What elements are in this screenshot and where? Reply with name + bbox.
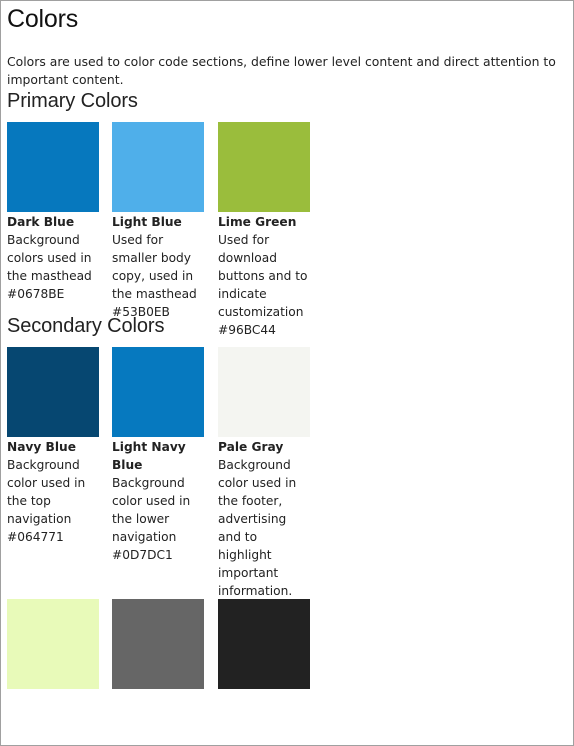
colors-content: Colors Colors are used to color code sec… <box>7 1 567 689</box>
swatch-charcoal <box>218 599 310 689</box>
color-swatch <box>218 347 310 437</box>
color-swatch <box>218 599 310 689</box>
swatch-description: Background color used in the footer, adv… <box>218 458 297 598</box>
page-frame: Colors Colors are used to color code sec… <box>0 0 574 746</box>
swatch-lime-green: Lime Green Used for download buttons and… <box>218 122 310 339</box>
primary-colors-section: Primary Colors Dark Blue Background colo… <box>7 89 567 337</box>
secondary-colors-section: Secondary Colors Navy Blue Background co… <box>7 314 567 616</box>
swatch-hex-code: #064771 <box>7 530 64 544</box>
swatch-pale-gray: Pale Gray Background color used in the f… <box>218 347 310 618</box>
swatch-hex-code: #0678BE <box>7 287 65 301</box>
swatch-name: Pale Gray <box>218 440 284 454</box>
swatch-name: Light Blue <box>112 215 182 229</box>
swatch-light-navy-blue: Light Navy Blue Background color used in… <box>112 347 204 618</box>
swatch-navy-blue: Navy Blue Background color used in the t… <box>7 347 99 618</box>
swatch-description: Used for smaller body copy, used in the … <box>112 233 197 301</box>
primary-colors-heading: Primary Colors <box>7 90 138 112</box>
color-swatch <box>218 122 310 212</box>
swatch-description: Background color used in the lower navig… <box>112 476 191 544</box>
swatch-name: Navy Blue <box>7 440 76 454</box>
tertiary-swatch-row <box>7 599 567 689</box>
color-swatch <box>7 347 99 437</box>
swatch-pale-lime <box>7 599 99 689</box>
color-swatch <box>7 599 99 689</box>
page-title: Colors <box>7 5 79 33</box>
swatch-hex-code: #0D7DC1 <box>112 548 173 562</box>
swatch-hex-code: #96BC44 <box>218 323 276 337</box>
primary-swatch-row: Dark Blue Background colors used in the … <box>7 122 567 339</box>
swatch-name: Light Navy Blue <box>112 440 186 472</box>
secondary-swatch-row: Navy Blue Background color used in the t… <box>7 347 567 618</box>
swatch-description: Background colors used in the masthead <box>7 233 92 283</box>
swatch-name: Lime Green <box>218 215 297 229</box>
color-swatch <box>112 599 204 689</box>
swatch-dark-blue: Dark Blue Background colors used in the … <box>7 122 99 339</box>
color-swatch <box>7 122 99 212</box>
swatch-description: Background color used in the top navigat… <box>7 458 86 526</box>
swatch-light-blue: Light Blue Used for smaller body copy, u… <box>112 122 204 339</box>
color-swatch <box>112 122 204 212</box>
swatch-medium-gray <box>112 599 204 689</box>
color-swatch <box>112 347 204 437</box>
swatch-name: Dark Blue <box>7 215 75 229</box>
intro-paragraph: Colors are used to color code sections, … <box>7 54 556 87</box>
swatch-description: Used for download buttons and to indicat… <box>218 233 308 319</box>
